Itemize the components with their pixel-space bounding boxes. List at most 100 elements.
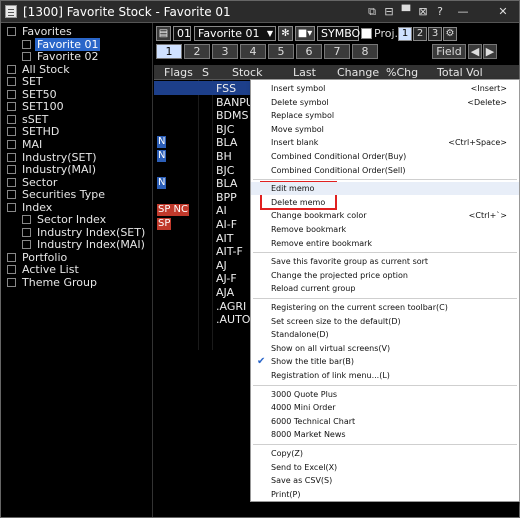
page-tab[interactable]: 7 xyxy=(324,44,350,59)
menu-item[interactable]: Combined Conditional Order(Buy) xyxy=(251,150,519,163)
menu-item[interactable]: Delete symbol <Delete> xyxy=(251,96,519,109)
tree-item[interactable]: MAI xyxy=(3,138,151,151)
page-tab[interactable]: 1 xyxy=(156,44,182,59)
menu-item[interactable]: Move symbol xyxy=(251,123,519,136)
menu-item[interactable]: Registration of link menu...(L) xyxy=(251,369,519,382)
menu-item[interactable]: Remove entire bookmark xyxy=(251,237,519,250)
menu-item[interactable]: Standalone(D) xyxy=(251,328,519,341)
tree-item[interactable]: Active List xyxy=(3,263,151,276)
menu-item[interactable]: Change bookmark color <Ctrl+`> xyxy=(251,209,519,222)
minimize-button[interactable]: — xyxy=(455,4,471,20)
field-button[interactable]: Field xyxy=(432,44,466,59)
tree-item[interactable]: Securities Type xyxy=(3,188,151,201)
group-number-field[interactable]: 01 xyxy=(173,26,191,41)
tree-item-label: Theme Group xyxy=(22,276,97,289)
scroll-left-icon[interactable]: ◀ xyxy=(468,44,482,59)
stock-symbol: BJC xyxy=(216,122,235,136)
page-tab[interactable]: 6 xyxy=(296,44,322,59)
menu-item[interactable]: Set screen size to the default(D) xyxy=(251,315,519,328)
pin-icon[interactable]: ▀ xyxy=(398,4,414,20)
help-icon[interactable]: ? xyxy=(432,4,448,20)
tree-item[interactable]: Sector Index xyxy=(3,213,151,226)
header-s[interactable]: S xyxy=(202,66,209,79)
tree-item[interactable]: Industry(MAI) xyxy=(3,163,151,176)
header-pct-chg[interactable]: %Chg xyxy=(386,66,418,79)
header-stock[interactable]: Stock xyxy=(232,66,262,79)
menu-item[interactable]: Copy(Z) xyxy=(251,447,519,460)
tree-item[interactable]: Favorites xyxy=(3,25,151,38)
menu-item[interactable]: Combined Conditional Order(Sell) xyxy=(251,164,519,177)
menu-item[interactable]: Delete memo xyxy=(251,196,519,209)
menu-item[interactable]: Insert blank <Ctrl+Space> xyxy=(251,136,519,149)
proj-checkbox[interactable] xyxy=(361,28,372,39)
print-icon[interactable]: ⊠ xyxy=(415,4,431,20)
header-total-vol[interactable]: Total Vol xyxy=(437,66,483,79)
stock-symbol: .AGRI xyxy=(216,299,247,313)
color-dropdown-button[interactable]: ■▾ xyxy=(295,26,315,41)
menu-item[interactable]: Remove bookmark xyxy=(251,223,519,236)
menu-item[interactable]: 8000 Market News xyxy=(251,428,519,441)
tree-item[interactable]: SETHD xyxy=(3,125,151,138)
tree-item[interactable]: Industry(SET) xyxy=(3,151,151,164)
tree-item[interactable]: SET50 xyxy=(3,88,151,101)
menu-item[interactable]: ✔ Show the title bar(B) xyxy=(251,355,519,368)
view-mode-3-button[interactable]: 3 xyxy=(428,27,442,41)
menu-item[interactable]: 3000 Quote Plus xyxy=(251,388,519,401)
context-menu: Insert symbol <Insert> Delete symbol <Delet… xyxy=(250,79,520,502)
menu-item[interactable]: Send to Excel(X) xyxy=(251,461,519,474)
menu-item-label: Combined Conditional Order(Buy) xyxy=(271,152,407,161)
page-tab[interactable]: 4 xyxy=(240,44,266,59)
symbol-search-input[interactable]: SYMBOL xyxy=(317,26,366,41)
group-select-value: Favorite 01 xyxy=(198,27,260,40)
page-tabs: Field ◀ ▶ 12345678 xyxy=(154,44,519,62)
menu-item[interactable]: Reload current group xyxy=(251,282,519,295)
menu-item[interactable]: Save this favorite group as current sort xyxy=(251,255,519,268)
tree-item[interactable]: Industry Index(SET) xyxy=(3,226,151,239)
menu-item[interactable]: 4000 Mini Order xyxy=(251,401,519,414)
menu-item[interactable]: 6000 Technical Chart xyxy=(251,415,519,428)
page-tab[interactable]: 8 xyxy=(352,44,378,59)
page-tab[interactable]: 2 xyxy=(184,44,210,59)
menu-item[interactable]: Registering on the current screen toolba… xyxy=(251,301,519,314)
menu-item[interactable]: Replace symbol xyxy=(251,109,519,122)
tree-node-icon xyxy=(7,127,16,137)
settings-gear-icon[interactable]: ✻ xyxy=(278,26,293,41)
header-flags[interactable]: Flags xyxy=(164,66,193,79)
menu-item-label: Copy(Z) xyxy=(271,449,304,458)
close-button[interactable]: ✕ xyxy=(495,4,511,20)
page-tab[interactable]: 5 xyxy=(268,44,294,59)
menu-item[interactable]: Show on all virtual screens(V) xyxy=(251,342,519,355)
view-mode-2-button[interactable]: 2 xyxy=(413,27,427,41)
menu-item[interactable]: Change the projected price option xyxy=(251,269,519,282)
header-last[interactable]: Last xyxy=(293,66,316,79)
menu-item-label: Print(P) xyxy=(271,489,301,499)
settings-icon[interactable]: ⚙ xyxy=(443,27,457,41)
tree-item[interactable]: Favorite 01 xyxy=(3,37,151,51)
tree-item[interactable]: Favorite 02 xyxy=(3,50,151,63)
view-mode-1-button[interactable]: 1 xyxy=(398,27,412,41)
title-bar[interactable]: [1300] Favorite Stock - Favorite 01 ⧉ ⊟ … xyxy=(1,1,519,23)
tree-item[interactable]: All Stock xyxy=(3,63,151,76)
group-select[interactable]: Favorite 01 ▼ xyxy=(194,26,276,41)
scroll-right-icon[interactable]: ▶ xyxy=(483,44,497,59)
tree-node-icon xyxy=(7,278,16,287)
header-change[interactable]: Change xyxy=(337,66,379,79)
tree-item[interactable]: Portfolio xyxy=(3,251,151,264)
tree-item[interactable]: Index xyxy=(3,201,151,214)
group-list-icon[interactable]: ▤ xyxy=(156,26,171,41)
layout-icon[interactable]: ⊟ xyxy=(381,4,397,20)
tree-item[interactable]: SET100 xyxy=(3,100,151,113)
menu-item[interactable]: Save as CSV(S) xyxy=(251,474,519,487)
tree-item[interactable]: Theme Group xyxy=(3,276,151,289)
stock-symbol: AI xyxy=(216,204,227,218)
tree-item[interactable]: sSET xyxy=(3,113,151,126)
tree-item[interactable]: Industry Index(MAI) xyxy=(3,238,151,251)
menu-item-label: Move symbol xyxy=(271,124,324,134)
page-tab[interactable]: 3 xyxy=(212,44,238,59)
tree-item[interactable]: Sector xyxy=(3,176,151,189)
menu-item[interactable]: Print(P) xyxy=(251,488,519,501)
menu-item[interactable]: Edit memo xyxy=(251,182,519,196)
tree-item[interactable]: SET xyxy=(3,75,151,88)
menu-item[interactable]: Insert symbol <Insert> xyxy=(251,82,519,95)
link-window-icon[interactable]: ⧉ xyxy=(364,4,380,20)
